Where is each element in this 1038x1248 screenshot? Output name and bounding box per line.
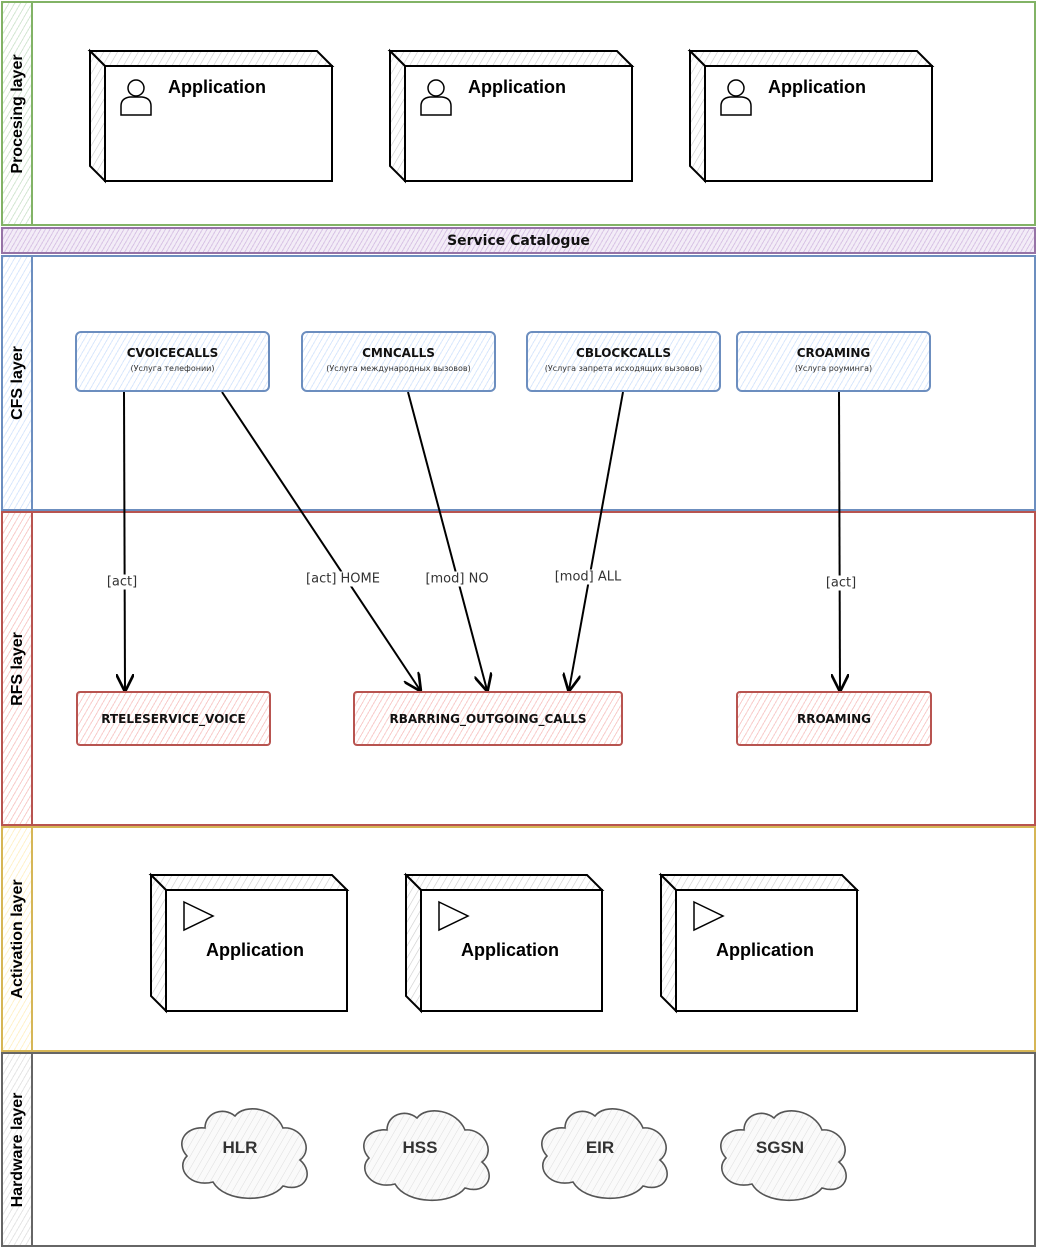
rfs-service-rroaming[interactable]: RROAMING	[736, 691, 932, 746]
play-triangle-icon	[693, 900, 725, 932]
cfs-service-name: CMNCALLS	[362, 346, 435, 360]
hardware-node-hss[interactable]: HSS	[403, 1138, 438, 1158]
cfs-service-desc: (Услуга роуминга)	[794, 364, 873, 373]
rfs-lane: RFS layer	[1, 511, 1036, 826]
service-catalogue-title: Service Catalogue	[447, 233, 590, 249]
play-triangle-icon	[438, 900, 470, 932]
edge-label: [mod] ALL	[553, 569, 623, 585]
user-icon	[420, 79, 452, 116]
play-triangle-icon	[183, 900, 215, 932]
cfs-service-name: CROAMING	[796, 346, 871, 360]
rfs-service-name: RBARRING_OUTGOING_CALLS	[389, 712, 587, 726]
hardware-lane-title: Hardware layer	[9, 1092, 26, 1207]
hardware-node-eir[interactable]: EIR	[586, 1138, 614, 1158]
hardware-node-sgsn[interactable]: SGSN	[756, 1138, 804, 1158]
user-icon	[720, 79, 752, 116]
activation-lane-header: Activation layer	[3, 828, 33, 1050]
edge-label: [act]	[824, 575, 858, 591]
rfs-lane-header: RFS layer	[3, 513, 33, 824]
activation-node-label: Application	[461, 940, 559, 960]
rfs-service-rteleservice-voice[interactable]: RTELESERVICE_VOICE	[76, 691, 271, 746]
processing-node-label: Application	[168, 77, 266, 97]
edge-label: [mod] NO	[424, 571, 490, 587]
cfs-lane-header: CFS layer	[3, 257, 33, 509]
cfs-lane-title: CFS layer	[9, 346, 26, 420]
hardware-lane-header: Hardware layer	[3, 1054, 33, 1245]
cfs-service-cmncalls[interactable]: CMNCALLS (Услуга международных вызовов)	[301, 331, 496, 392]
processing-node-1[interactable]: Application	[87, 48, 335, 184]
cfs-service-croaming[interactable]: CROAMING (Услуга роуминга)	[736, 331, 931, 392]
activation-node-2[interactable]: Application	[403, 872, 605, 1014]
cfs-service-name: CBLOCKCALLS	[576, 346, 671, 360]
cfs-service-cvoicecalls[interactable]: CVOICECALLS (Услуга телефонии)	[75, 331, 270, 392]
activation-node-label: Application	[206, 940, 304, 960]
processing-node-2[interactable]: Application	[387, 48, 635, 184]
processing-node-label: Application	[468, 77, 566, 97]
user-icon	[120, 79, 152, 116]
hardware-node-hlr[interactable]: HLR	[223, 1138, 258, 1158]
activation-node-3[interactable]: Application	[658, 872, 860, 1014]
cfs-service-desc: (Услуга запрета исходящих вызовов)	[544, 364, 703, 373]
rfs-service-name: RROAMING	[797, 712, 871, 726]
service-catalogue-bar: Service Catalogue	[1, 227, 1036, 254]
processing-lane-header: Procesing layer	[3, 3, 33, 224]
activation-lane-title: Activation layer	[9, 879, 26, 999]
rfs-service-rbarring-outgoing-calls[interactable]: RBARRING_OUTGOING_CALLS	[353, 691, 623, 746]
cfs-service-name: CVOICECALLS	[126, 346, 219, 360]
hardware-lane: Hardware layer	[1, 1052, 1036, 1247]
activation-node-label: Application	[716, 940, 814, 960]
rfs-lane-title: RFS layer	[9, 631, 26, 706]
cfs-service-desc: (Услуга международных вызовов)	[326, 364, 471, 373]
rfs-service-name: RTELESERVICE_VOICE	[101, 712, 246, 726]
edge-label: [act]	[105, 574, 139, 590]
processing-node-label: Application	[768, 77, 866, 97]
cfs-service-desc: (Услуга телефонии)	[130, 364, 215, 373]
processing-node-3[interactable]: Application	[687, 48, 935, 184]
edge-label: [act] HOME	[305, 571, 381, 587]
cfs-service-cblockcalls[interactable]: CBLOCKCALLS (Услуга запрета исходящих вы…	[526, 331, 721, 392]
activation-node-1[interactable]: Application	[148, 872, 350, 1014]
processing-lane-title: Procesing layer	[9, 53, 26, 174]
